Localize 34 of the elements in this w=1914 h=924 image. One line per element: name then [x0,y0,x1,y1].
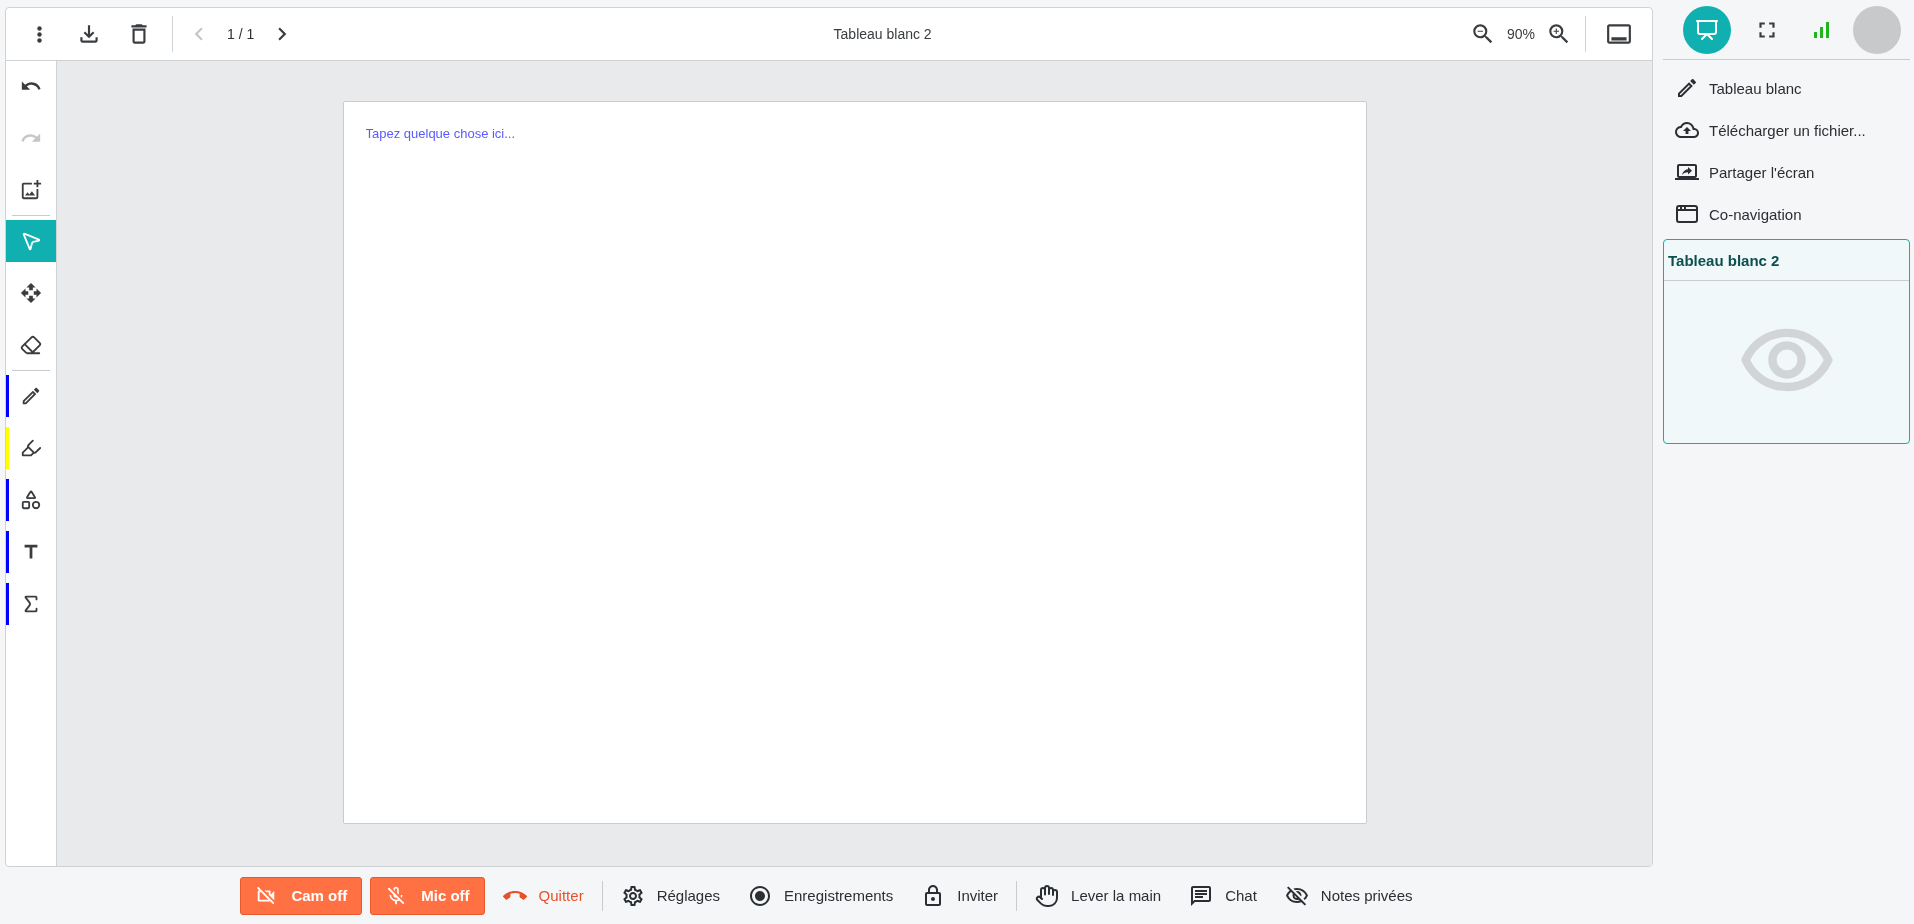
add-image-icon [20,179,42,201]
board-title: Tableau blanc 2 [832,26,933,42]
record-button[interactable]: Enregistrements [738,876,904,915]
presentation-icon [1695,17,1719,42]
notes-button[interactable]: Notes privées [1274,876,1423,915]
pencil-icon [20,385,42,407]
more-vertical-icon [36,25,42,43]
pointer-icon [20,230,42,252]
hand-button[interactable]: Lever la main [1025,876,1172,915]
bottom-panel-icon [1606,21,1632,47]
shapes-icon [20,489,42,511]
record-icon [748,883,772,908]
menu-item[interactable]: Co-navigation [1663,193,1910,235]
settings-icon [620,883,645,908]
board-thumbnail-card[interactable]: Tableau blanc 2 [1663,239,1910,444]
presentation-button[interactable] [1683,5,1731,54]
lock-button[interactable]: Inviter [911,876,1009,915]
move-arrows-icon [20,282,42,304]
hand-icon [1035,883,1060,908]
menu-item[interactable]: Partager l'écran [1663,151,1910,193]
card-title: Tableau blanc 2 [1664,240,1909,281]
eraser-icon [20,334,42,356]
hangup-button[interactable]: Quitter [492,876,594,915]
page-indicator: 1 / 1 [227,26,255,42]
menu-item[interactable]: Tableau blanc [1663,67,1910,109]
settings-button[interactable]: Réglages [610,876,730,915]
zoom-level: 90% [1506,26,1535,42]
menu-item[interactable]: Télécharger un fichier... [1663,109,1910,151]
chat-button[interactable]: Chat [1179,876,1267,915]
select-tool-button[interactable] [6,220,56,262]
browser-window-icon [1675,202,1699,226]
chat-icon [1189,883,1214,908]
highlighter-icon [20,437,42,459]
pencil-icon [1675,76,1699,100]
